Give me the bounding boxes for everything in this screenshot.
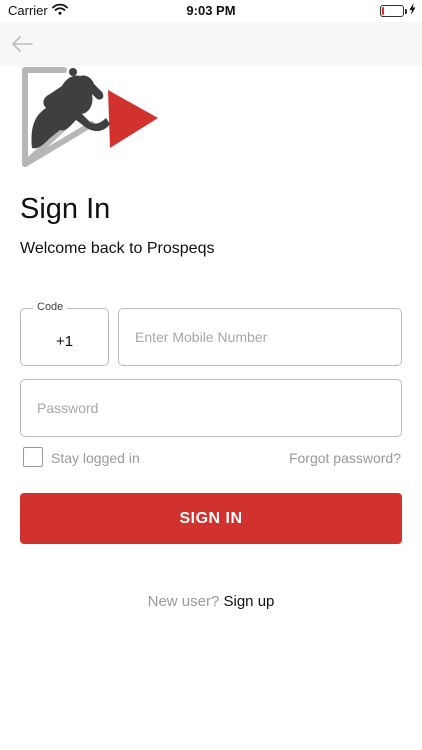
charging-bolt-icon (409, 3, 416, 18)
country-code-field[interactable]: Code +1 (20, 301, 109, 366)
page-title: Sign In (20, 193, 111, 225)
stay-logged-in-checkbox[interactable] (23, 447, 43, 467)
battery-level (382, 7, 384, 15)
forgot-password-link[interactable]: Forgot password? (289, 450, 401, 466)
country-code-label: Code (33, 301, 68, 313)
sign-in-button[interactable]: SIGN IN (20, 493, 402, 544)
mobile-number-input[interactable] (119, 309, 401, 365)
status-bar: Carrier 9:03 PM (0, 0, 422, 22)
status-time: 9:03 PM (186, 3, 236, 18)
back-arrow-icon[interactable] (10, 34, 34, 54)
page-subtitle: Welcome back to Prospeqs (20, 240, 215, 257)
sign-up-link[interactable]: Sign up (224, 593, 275, 610)
new-user-text: New user? (147, 593, 220, 610)
battery-icon (380, 5, 407, 17)
prospeqs-logo (20, 64, 162, 172)
stay-logged-in-label[interactable]: Stay logged in (51, 450, 140, 466)
password-input[interactable] (21, 380, 401, 436)
mobile-number-field[interactable] (118, 308, 402, 366)
navigation-bar (0, 22, 422, 66)
signup-prompt: New user? Sign up (0, 593, 422, 610)
password-field[interactable] (20, 379, 402, 437)
country-code-value: +1 (55, 333, 74, 350)
